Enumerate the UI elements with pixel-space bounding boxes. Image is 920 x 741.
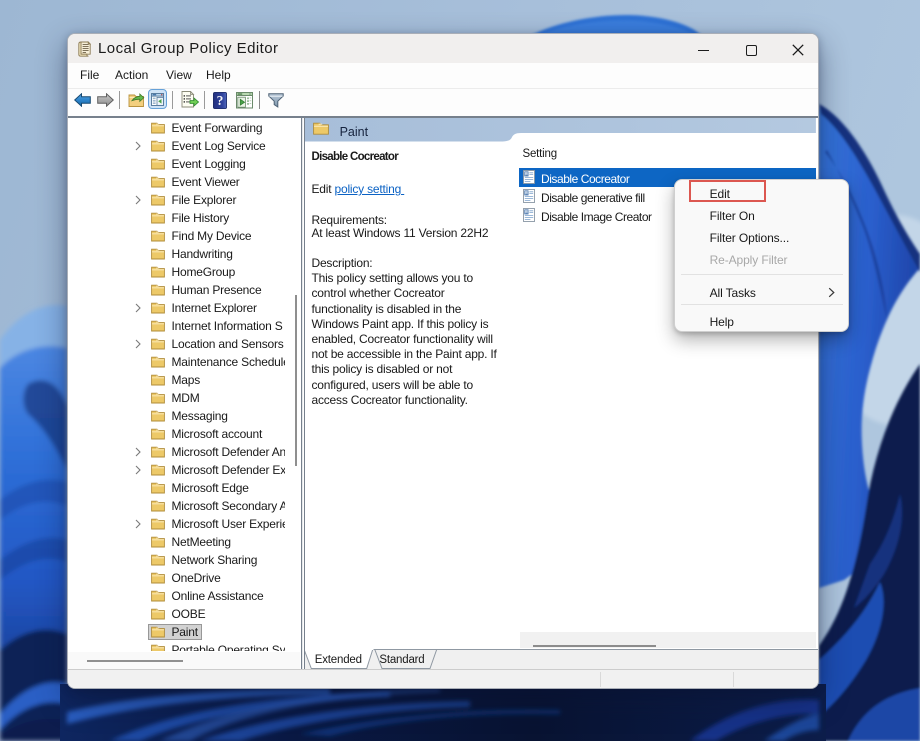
svg-text:?: ? (217, 93, 224, 108)
